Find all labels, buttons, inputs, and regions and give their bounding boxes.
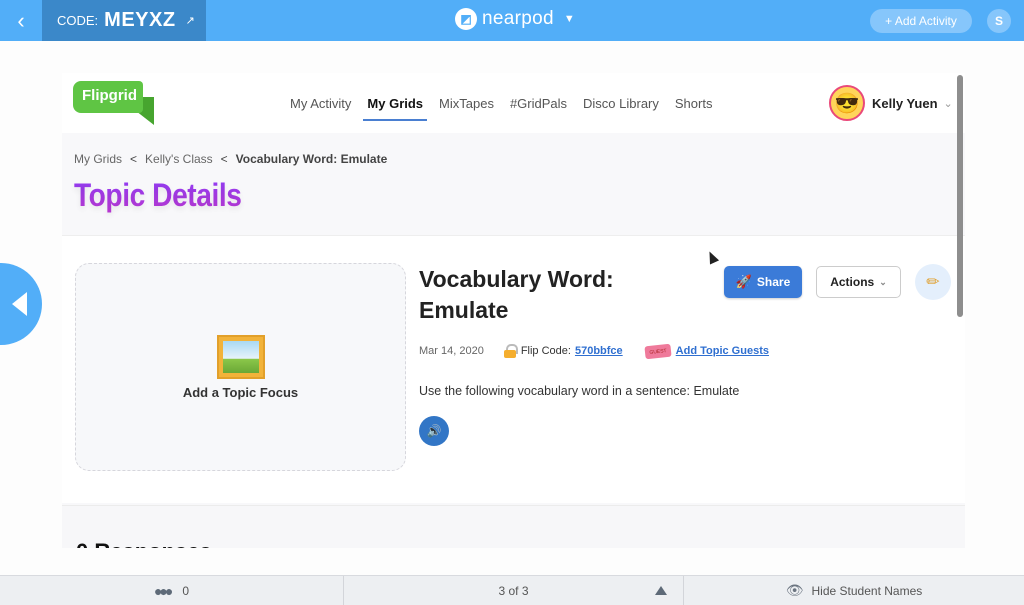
chevron-left-icon: <: [220, 152, 228, 166]
immersive-reader-button[interactable]: 🔊: [419, 416, 449, 446]
breadcrumb-class[interactable]: Kelly's Class: [145, 152, 213, 166]
topic-title: Vocabulary Word: Emulate: [419, 266, 614, 323]
topic-meta: Mar 14, 2020 Flip Code: 570bbfce GUEST A…: [419, 343, 769, 359]
responses-title: 0 Responses: [76, 539, 212, 548]
hide-names-label: Hide Student Names: [811, 583, 923, 598]
chevron-down-icon: ⌄: [879, 276, 887, 287]
profile-menu[interactable]: 😎 Kelly Yuen ⌄: [829, 85, 953, 121]
bottom-bar: ●●● 0 3 of 3 👁 Hide Student Names: [0, 575, 1024, 605]
nav-gridpals[interactable]: #GridPals: [510, 88, 567, 119]
pencil-icon: ✏: [926, 274, 940, 291]
scrollbar[interactable]: [957, 75, 963, 317]
caret-down-icon: ▼: [563, 13, 575, 25]
share-label: Share: [756, 275, 791, 289]
avatar: 😎: [829, 85, 865, 121]
back-button[interactable]: ‹: [0, 0, 42, 41]
topic-description: Use the following vocabulary word in a s…: [419, 384, 740, 398]
chevron-left-icon: <: [130, 152, 138, 166]
breadcrumb: My Grids < Kelly's Class < Vocabulary Wo…: [74, 152, 387, 166]
flip-code-link[interactable]: 570bbfce: [575, 345, 623, 357]
share-button[interactable]: 🚀 Share: [724, 266, 802, 298]
picture-frame-icon: [216, 334, 265, 379]
brand-name: nearpod: [482, 8, 554, 29]
flipgrid-logo[interactable]: Flipgrid: [73, 81, 155, 127]
nav-my-activity[interactable]: My Activity: [290, 88, 351, 119]
chevron-down-icon: ⌄: [943, 97, 953, 110]
logo-text: Flipgrid: [73, 81, 143, 113]
nav-disco-library[interactable]: Disco Library: [583, 88, 659, 119]
nav-mixtapes[interactable]: MixTapes: [439, 88, 494, 119]
share-code-icon[interactable]: ↗: [186, 14, 195, 27]
eye-slash-icon: 👁: [785, 582, 804, 598]
add-activity-button[interactable]: + Add Activity: [870, 9, 972, 33]
code-value: MEYXZ: [104, 9, 176, 31]
flip-code-label: Flip Code:: [520, 345, 571, 357]
previous-slide-button[interactable]: [0, 263, 42, 345]
responses-section: 0 Responses: [62, 505, 965, 548]
hide-student-names-button[interactable]: 👁 Hide Student Names: [683, 576, 1024, 605]
nav-my-grids[interactable]: My Grids: [363, 88, 427, 121]
student-count: 0: [182, 583, 190, 598]
actions-label: Actions: [830, 275, 875, 289]
breadcrumb-my-grids[interactable]: My Grids: [74, 152, 122, 166]
edit-button[interactable]: ✏: [915, 264, 951, 300]
nav-tabs: My Activity My Grids MixTapes #GridPals …: [282, 73, 720, 133]
flipgrid-nav: Flipgrid My Activity My Grids MixTapes #…: [62, 73, 965, 133]
nearpod-brand-menu[interactable]: ◩ nearpod ▼: [455, 8, 575, 30]
people-icon: ●●●: [153, 582, 173, 599]
rocket-icon: 🚀: [735, 274, 752, 289]
add-topic-focus-button[interactable]: Add a Topic Focus: [75, 263, 406, 471]
code-label: CODE:: [57, 13, 99, 28]
nearpod-logo-icon: ◩: [455, 8, 477, 30]
focus-label: Add a Topic Focus: [182, 384, 299, 400]
page-title: Topic Details: [74, 177, 242, 213]
user-badge[interactable]: S: [987, 9, 1011, 33]
topic-date: Mar 14, 2020: [419, 345, 484, 357]
speaker-icon: 🔊: [426, 424, 442, 438]
add-topic-guests-link[interactable]: Add Topic Guests: [676, 345, 769, 357]
nav-shorts[interactable]: Shorts: [675, 88, 713, 119]
topic-card: Add a Topic Focus Vocabulary Word: Emula…: [62, 235, 965, 503]
breadcrumb-current: Vocabulary Word: Emulate: [235, 152, 388, 166]
presentation-stage: Flipgrid My Activity My Grids MixTapes #…: [0, 41, 1024, 575]
profile-name: Kelly Yuen: [872, 95, 938, 111]
nearpod-top-bar: ‹ CODE: MEYXZ ↗ ◩ nearpod ▼ + Add Activi…: [0, 0, 1024, 41]
flipgrid-web-frame: Flipgrid My Activity My Grids MixTapes #…: [62, 73, 965, 548]
ticket-icon: GUEST: [644, 343, 672, 359]
page-indicator: 3 of 3: [343, 576, 683, 605]
triangle-up-icon[interactable]: [655, 586, 667, 595]
students-count[interactable]: ●●● 0: [0, 576, 343, 605]
lock-icon: [503, 344, 518, 358]
chevron-left-icon: ‹: [17, 7, 25, 33]
session-code-box: CODE: MEYXZ ↗: [42, 0, 206, 41]
actions-button[interactable]: Actions ⌄: [816, 266, 901, 298]
page-indicator-text: 3 of 3: [498, 583, 529, 598]
